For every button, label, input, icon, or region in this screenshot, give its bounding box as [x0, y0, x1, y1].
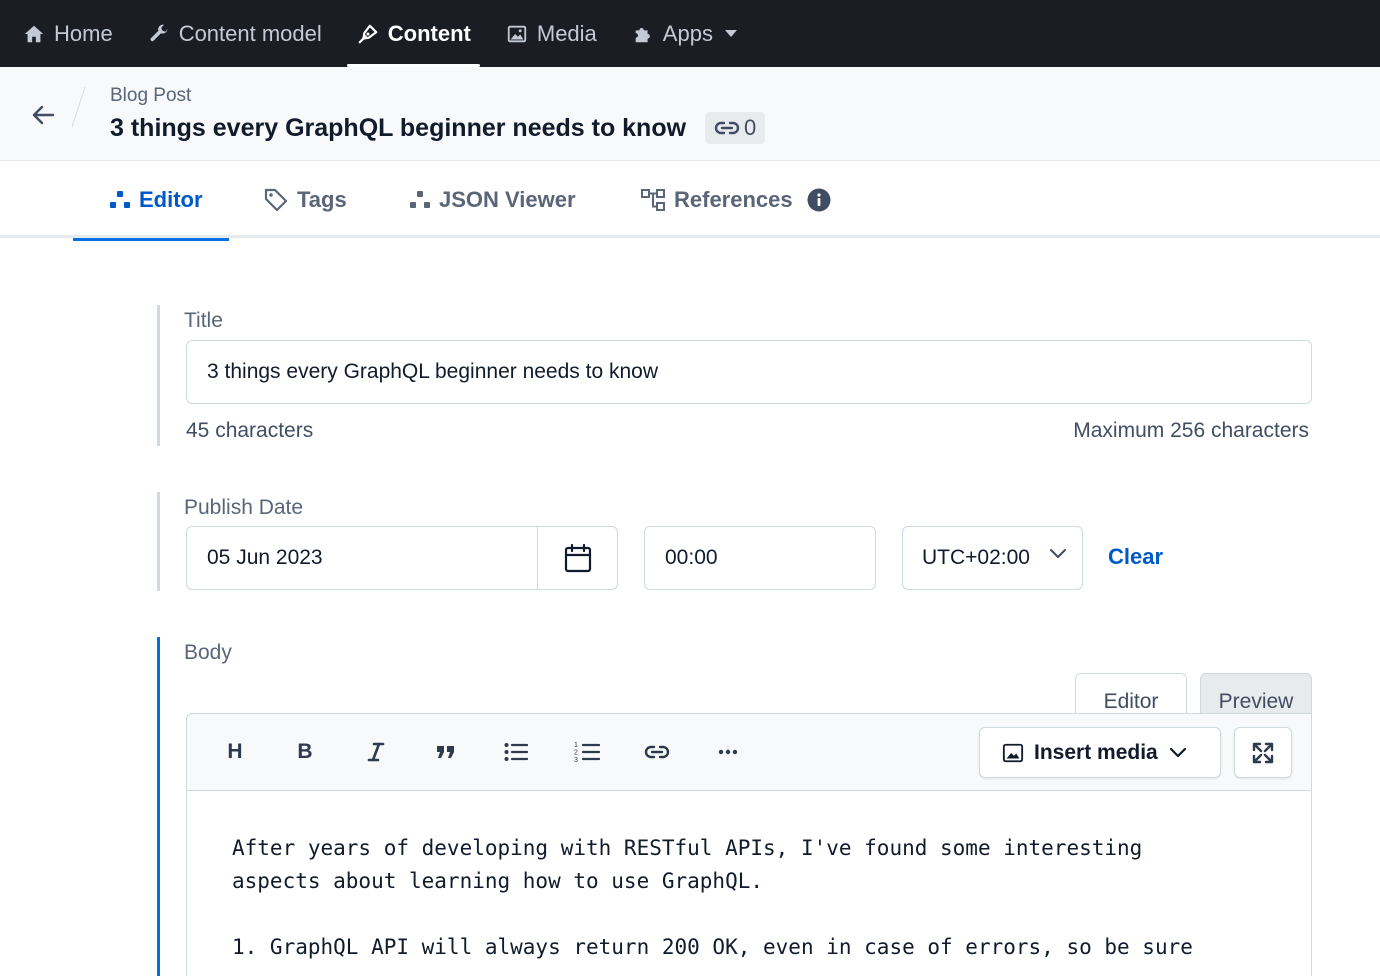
insert-media-label: Insert media: [1034, 740, 1158, 764]
tag-icon: [263, 187, 289, 213]
pen-nib-icon: [356, 22, 380, 46]
top-navigation: Home Content model Content Media Apps: [0, 0, 1380, 67]
tab-label-json-viewer: JSON Viewer: [439, 186, 576, 212]
image-icon: [1002, 742, 1024, 764]
arrow-left-icon: [32, 105, 54, 125]
hierarchy-icon: [640, 187, 666, 213]
time-input[interactable]: 00:00: [644, 526, 876, 590]
timezone-value: UTC+02:00: [922, 546, 1030, 569]
bullet-list-icon: [504, 743, 528, 761]
nav-item-content-model[interactable]: Content model: [130, 0, 339, 67]
more-options-button[interactable]: [708, 732, 748, 772]
publish-date-field: Publish Date 05 Jun 2023 00:00 UTC+02:00…: [157, 492, 1317, 591]
tab-tags[interactable]: Tags: [263, 161, 347, 238]
header-separator: [71, 87, 86, 127]
markdown-editor: H B 123 Insert media After years of deve…: [186, 713, 1312, 976]
info-icon[interactable]: [807, 188, 831, 212]
nav-label-apps: Apps: [662, 20, 713, 46]
back-button[interactable]: [28, 100, 58, 130]
date-input[interactable]: 05 Jun 2023: [187, 527, 537, 589]
quote-icon: [437, 746, 454, 758]
italic-icon: [367, 742, 385, 762]
content-type-label: Blog Post: [110, 85, 192, 106]
tab-references[interactable]: References: [640, 161, 831, 238]
json-tab-icon: [409, 190, 431, 210]
fullscreen-button[interactable]: [1234, 727, 1292, 778]
chevron-down-icon: [1050, 549, 1066, 559]
numbered-list-icon: 123: [574, 742, 600, 763]
markdown-textarea[interactable]: After years of developing with RESTful A…: [187, 791, 1311, 964]
puzzle-icon: [631, 22, 655, 46]
nav-label-home: Home: [54, 20, 113, 46]
entry-header: Blog Post 3 things every GraphQL beginne…: [0, 67, 1380, 161]
title-max-hint: Maximum 256 characters: [1073, 419, 1309, 442]
tab-label-references: References: [674, 186, 793, 212]
title-field-label: Title: [184, 309, 223, 332]
home-icon: [22, 22, 46, 46]
nav-item-media[interactable]: Media: [488, 0, 614, 67]
expand-icon: [1252, 742, 1274, 763]
link-icon: [714, 120, 740, 136]
tab-editor[interactable]: Editor: [73, 161, 229, 241]
entry-title: 3 things every GraphQL beginner needs to…: [110, 114, 687, 142]
title-input[interactable]: 3 things every GraphQL beginner needs to…: [186, 340, 1312, 404]
editor-tab-icon: [109, 190, 131, 210]
nav-label-media: Media: [536, 20, 597, 46]
nav-item-content[interactable]: Content: [339, 0, 488, 67]
link-icon: [644, 745, 670, 759]
body-field: Body Editor Preview H B 123 Insert media…: [157, 637, 1317, 976]
numbered-list-button[interactable]: 123: [567, 732, 607, 772]
references-badge[interactable]: 0: [705, 112, 766, 144]
bullet-list-button[interactable]: [496, 732, 536, 772]
timezone-select[interactable]: UTC+02:00: [902, 526, 1083, 590]
title-char-count: 45 characters: [186, 419, 314, 442]
wrench-icon: [147, 22, 171, 46]
bold-button[interactable]: B: [285, 732, 325, 772]
calendar-icon: [564, 543, 591, 573]
chevron-down-icon: [1169, 747, 1186, 758]
body-field-label: Body: [184, 641, 232, 664]
nav-item-apps[interactable]: Apps: [614, 0, 754, 67]
insert-media-button[interactable]: Insert media: [979, 727, 1221, 778]
nav-label-content-model: Content model: [178, 20, 322, 46]
nav-item-home[interactable]: Home: [0, 0, 130, 67]
title-field: Title 3 things every GraphQL beginner ne…: [157, 305, 1317, 446]
heading-button[interactable]: H: [215, 732, 255, 772]
link-button[interactable]: [637, 732, 677, 772]
caret-down-icon: [724, 29, 737, 38]
clear-date-link[interactable]: Clear: [1108, 544, 1163, 570]
tab-label-tags: Tags: [297, 186, 347, 212]
date-picker: 05 Jun 2023: [186, 526, 618, 590]
ellipsis-icon: [718, 749, 738, 755]
tab-json-viewer[interactable]: JSON Viewer: [409, 161, 576, 238]
image-icon: [505, 22, 529, 46]
quote-button[interactable]: [426, 732, 466, 772]
svg-text:2: 2: [574, 750, 578, 757]
tab-label-editor: Editor: [139, 186, 203, 212]
svg-text:1: 1: [574, 742, 578, 749]
reference-count: 0: [744, 115, 757, 140]
svg-text:3: 3: [574, 757, 578, 763]
calendar-button[interactable]: [537, 527, 617, 589]
entry-tabs: Editor Tags JSON Viewer References: [0, 161, 1380, 241]
markdown-toolbar: H B 123 Insert media: [187, 714, 1311, 791]
nav-label-content: Content: [387, 20, 471, 46]
publish-date-label: Publish Date: [184, 496, 304, 519]
italic-button[interactable]: [356, 732, 396, 772]
